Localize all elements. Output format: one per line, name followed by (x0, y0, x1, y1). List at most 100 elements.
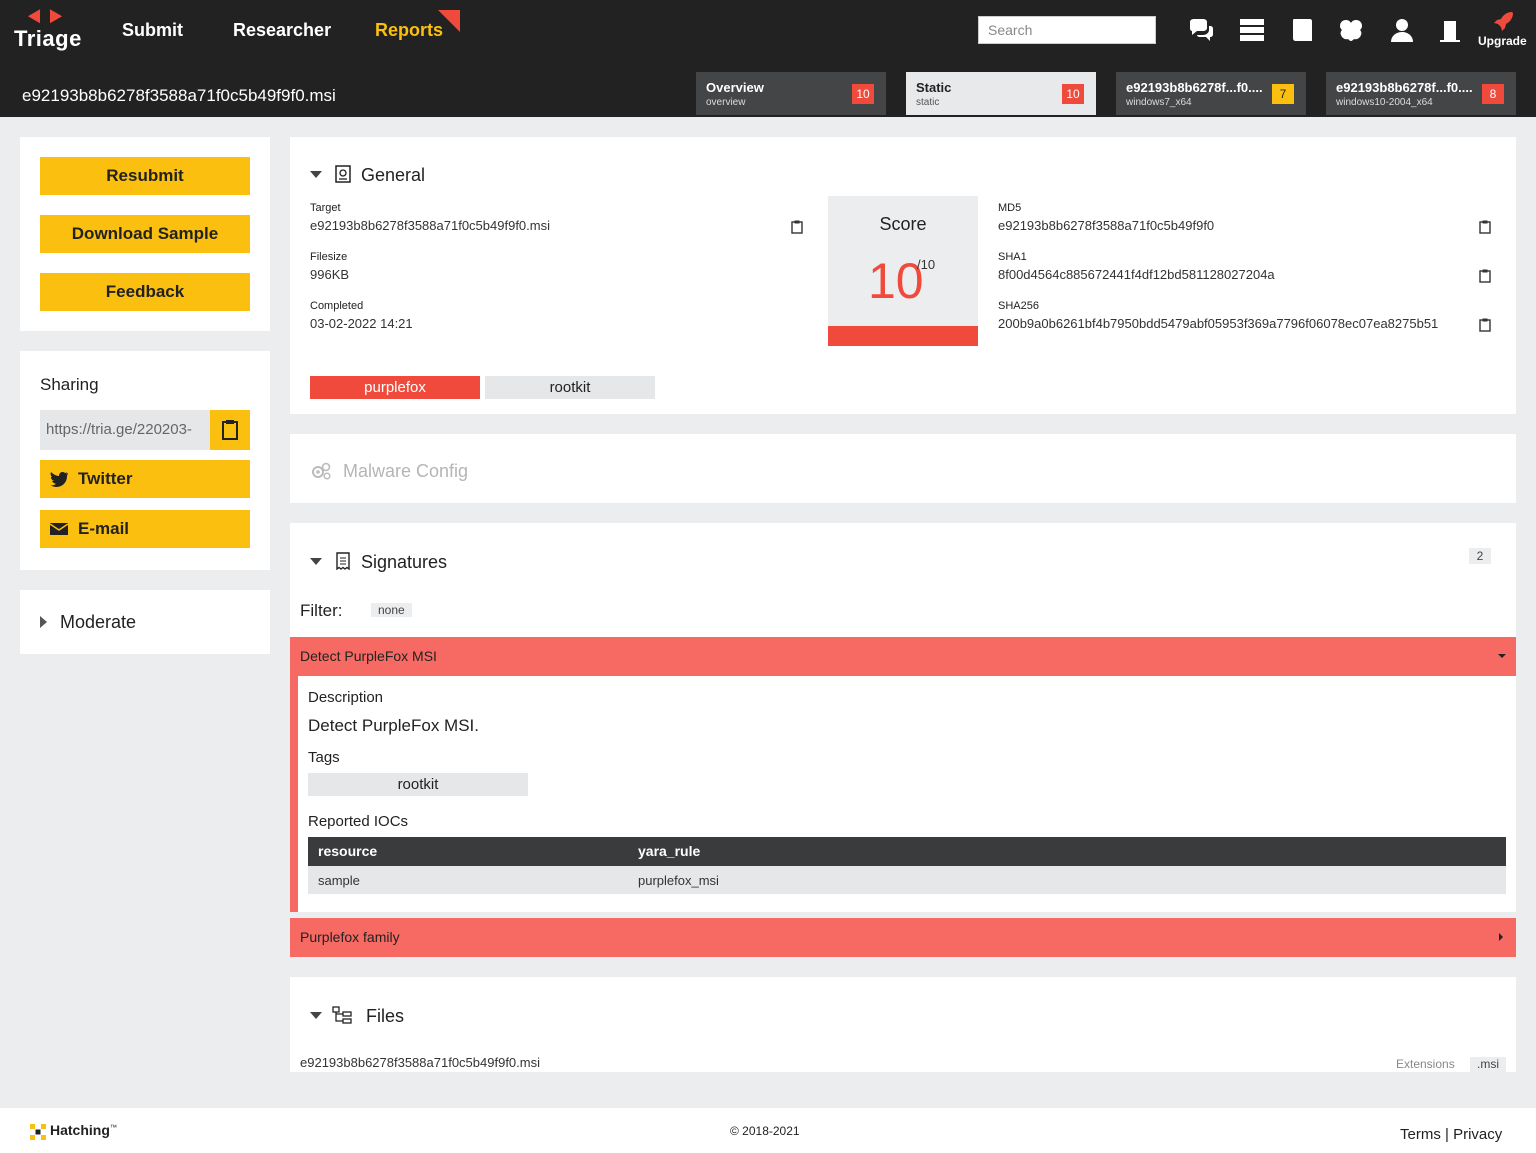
folder-tree-icon (332, 1006, 352, 1024)
reports-flag-icon (438, 10, 460, 32)
privacy-link[interactable]: Privacy (1453, 1126, 1502, 1143)
cell-resource: sample (318, 873, 360, 888)
nav-reports[interactable]: Reports (375, 20, 443, 41)
trademark-mark: ™ (109, 1124, 117, 1132)
twitter-share-button[interactable]: Twitter (40, 460, 250, 498)
tab-static[interactable]: Static static 10 (906, 72, 1096, 115)
caret-down-icon[interactable] (310, 1012, 322, 1019)
signature-row-purplefox-family[interactable]: Purplefox family (290, 918, 1516, 957)
signature-count-badge: 2 (1469, 548, 1491, 564)
tab-title: Overview (706, 80, 764, 95)
score-value: 10 (868, 253, 924, 309)
signature-name: Detect PurpleFox MSI (300, 648, 437, 664)
target-value: e92193b8b6278f3588a71f0c5b49f9f0.msi (310, 218, 550, 233)
copy-link-button[interactable] (210, 410, 250, 450)
rocket-icon[interactable] (1492, 10, 1514, 32)
tag-rootkit[interactable]: rootkit (485, 376, 655, 399)
target-label: Target (310, 202, 341, 214)
twitter-icon (50, 472, 68, 487)
score-card: Score 10 /10 (828, 196, 978, 346)
envelope-icon (50, 523, 68, 535)
files-section: Files e92193b8b6278f3588a71f0c5b49f9f0.m… (290, 977, 1516, 1072)
ioc-table-header: resource yara_rule (308, 837, 1506, 866)
score-badge: 10 (1062, 84, 1084, 104)
copy-sha1-icon[interactable] (1479, 269, 1491, 283)
score-max: /10 (917, 257, 936, 272)
user-icon[interactable] (1389, 18, 1415, 42)
tag-purplefox[interactable]: purplefox (310, 376, 480, 399)
logout-door-icon[interactable] (1438, 18, 1464, 42)
signature-name: Purplefox family (300, 929, 400, 945)
filesize-label: Filesize (310, 251, 348, 263)
tab-subtitle: windows7_x64 (1126, 97, 1192, 108)
files-title: Files (366, 1006, 405, 1026)
malware-config-title: Malware Config (343, 461, 469, 481)
share-url-field[interactable]: https://tria.ge/220203- (40, 410, 210, 450)
tab-subtitle: overview (706, 97, 746, 108)
actions-panel: Resubmit Download Sample Feedback (20, 137, 270, 331)
ioc-table: resource yara_rule sample purplefox_msi (308, 837, 1506, 894)
cell-yara-rule: purplefox_msi (638, 873, 719, 888)
tab-windows7[interactable]: e92193b8b6278f...f0.... windows7_x64 7 (1116, 72, 1306, 115)
report-header: e92193b8b6278f3588a71f0c5b49f9f0.msi Ove… (0, 62, 1536, 117)
caret-down-icon[interactable] (310, 171, 322, 178)
footer-separator: | (1445, 1126, 1449, 1143)
nav-researcher[interactable]: Researcher (233, 20, 331, 41)
gears-icon (312, 462, 331, 480)
report-filename: e92193b8b6278f3588a71f0c5b49f9f0.msi (22, 86, 336, 105)
copy-sha256-icon[interactable] (1479, 318, 1491, 332)
download-sample-button[interactable]: Download Sample (40, 215, 250, 253)
completed-label: Completed (310, 300, 364, 312)
moderate-label: Moderate (60, 612, 137, 632)
tab-windows10[interactable]: e92193b8b6278f...f0.... windows10-2004_x… (1326, 72, 1516, 115)
file-name[interactable]: e92193b8b6278f3588a71f0c5b49f9f0.msi (300, 1055, 540, 1070)
email-share-button[interactable]: E-mail (40, 510, 250, 548)
search-input[interactable] (978, 16, 1156, 44)
signatures-title: Signatures (361, 552, 448, 572)
tab-title: e92193b8b6278f...f0.... (1336, 80, 1473, 95)
score-badge: 10 (852, 84, 874, 104)
tab-subtitle: windows10-2004_x64 (1336, 97, 1433, 108)
nav-submit[interactable]: Submit (122, 20, 183, 41)
filter-chip-none[interactable]: none (371, 603, 412, 617)
score-badge: 8 (1482, 84, 1504, 104)
brain-icon[interactable] (1338, 18, 1364, 42)
upgrade-link[interactable]: Upgrade (1478, 34, 1527, 48)
server-icon[interactable] (1239, 18, 1265, 42)
tab-overview[interactable]: Overview overview 10 (696, 72, 886, 115)
score-bar (828, 326, 978, 346)
signature-row-detect-purplefox-msi[interactable]: Detect PurpleFox MSI (290, 637, 1516, 676)
resubmit-button[interactable]: Resubmit (40, 157, 250, 195)
copy-target-icon[interactable] (791, 220, 803, 234)
extensions-label: Extensions (1396, 1057, 1455, 1071)
chat-icon[interactable] (1188, 18, 1214, 42)
moderate-panel[interactable]: Moderate (20, 590, 270, 654)
hatching-brand[interactable]: Hatching™ (50, 1122, 117, 1138)
copyright: © 2018-2021 (730, 1124, 800, 1138)
triage-logo[interactable]: Triage (14, 9, 94, 56)
copy-md5-icon[interactable] (1479, 220, 1491, 234)
general-title: General (361, 165, 426, 185)
logo-text: Triage (14, 26, 82, 51)
sharing-panel: Sharing https://tria.ge/220203- Twitter … (20, 351, 270, 570)
book-icon[interactable] (1290, 18, 1316, 42)
footer: Hatching™ © 2018-2021 Terms | Privacy (0, 1108, 1536, 1153)
receipt-icon (336, 552, 350, 570)
tab-title: Static (916, 80, 952, 95)
malware-config-section: Malware Config (290, 434, 1516, 503)
hatching-logo-icon (30, 1124, 46, 1140)
feedback-button[interactable]: Feedback (40, 273, 250, 311)
terms-link[interactable]: Terms (1400, 1126, 1441, 1143)
passport-icon (335, 165, 351, 183)
caret-down-icon (1498, 654, 1506, 658)
caret-down-icon[interactable] (310, 558, 322, 565)
score-label: Score (879, 214, 927, 234)
extension-chip: .msi (1470, 1057, 1506, 1072)
tag-rootkit[interactable]: rootkit (308, 773, 528, 796)
top-navbar: Triage Submit Researcher Reports Upgrade (0, 0, 1536, 62)
reported-iocs-label: Reported IOCs (308, 813, 409, 830)
column-header-resource: resource (318, 843, 378, 859)
md5-value: e92193b8b6278f3588a71f0c5b49f9f0 (998, 218, 1215, 233)
twitter-label: Twitter (78, 469, 133, 488)
email-label: E-mail (78, 519, 130, 538)
